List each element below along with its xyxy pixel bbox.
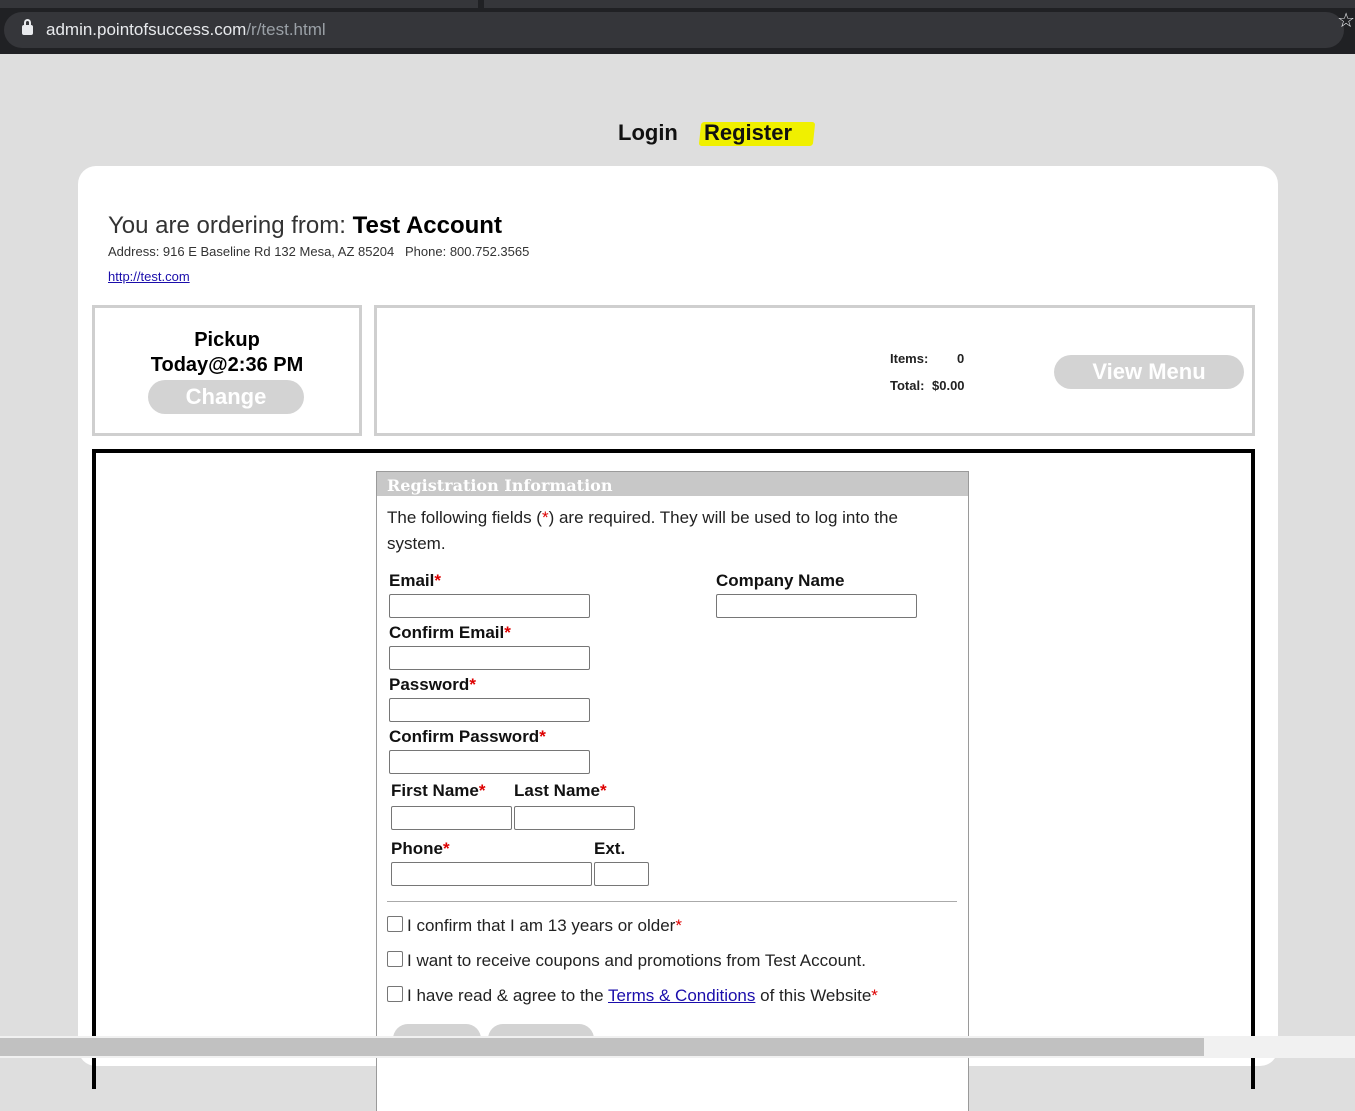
registration-header: Registration Information xyxy=(377,472,968,496)
tab-strip xyxy=(0,0,1355,8)
confirm-password-label: Confirm Password* xyxy=(389,727,546,746)
lock-icon[interactable] xyxy=(22,19,33,35)
last-name-field[interactable] xyxy=(514,806,635,830)
phone-field[interactable] xyxy=(391,862,592,886)
password-label: Password* xyxy=(389,675,476,694)
register-link[interactable]: Register xyxy=(698,120,816,146)
first-name-field[interactable] xyxy=(391,806,512,830)
url-text[interactable]: admin.pointofsuccess.com/r/test.html xyxy=(46,20,326,40)
top-nav: Login Register xyxy=(0,118,1355,152)
pickup-panel: Pickup Today@2:36 PM Change xyxy=(92,305,362,436)
bookmark-star-icon[interactable]: ☆ xyxy=(1337,10,1355,30)
confirm-email-label: Confirm Email* xyxy=(389,623,511,642)
promotions-row: I want to receive coupons and promotions… xyxy=(387,951,866,971)
confirm-email-field[interactable] xyxy=(389,646,590,670)
phone-ext-field[interactable] xyxy=(594,862,649,886)
cart-summary-panel: Items: 0 Total: $0.00 View Menu xyxy=(374,305,1255,436)
address-bar[interactable]: admin.pointofsuccess.com/r/test.html xyxy=(4,12,1344,48)
scrollbar-thumb[interactable] xyxy=(0,1038,1204,1056)
view-menu-button[interactable]: View Menu xyxy=(1054,355,1244,389)
registration-intro: The following fields (*) are required. T… xyxy=(387,508,898,553)
phone-label: Phone* xyxy=(391,839,450,858)
total-amount: $0.00 xyxy=(932,378,965,393)
last-name-label: Last Name* xyxy=(514,781,607,800)
age-confirm-checkbox[interactable] xyxy=(387,916,403,932)
change-pickup-button[interactable]: Change xyxy=(148,380,304,414)
confirm-password-field[interactable] xyxy=(389,750,590,774)
terms-checkbox[interactable] xyxy=(387,986,403,1002)
promotions-checkbox[interactable] xyxy=(387,951,403,967)
ext-label: Ext. xyxy=(594,839,626,858)
first-name-label: First Name* xyxy=(391,781,486,800)
password-field[interactable] xyxy=(389,698,590,722)
total-label: Total: xyxy=(890,378,925,393)
ordering-from-heading: You are ordering from: Test Account xyxy=(108,212,502,239)
company-name-label: Company Name xyxy=(716,571,845,590)
age-confirm-row: I confirm that I am 13 years or older* xyxy=(387,916,682,936)
pickup-time: Today@2:36 PM xyxy=(150,354,304,376)
email-label: Email* xyxy=(389,571,441,590)
store-website-link[interactable]: http://test.com xyxy=(108,269,190,284)
items-count: 0 xyxy=(957,351,965,366)
main-card: You are ordering from: Test Account Addr… xyxy=(78,166,1278,1111)
registration-container: Registration Information The following f… xyxy=(92,449,1255,1111)
browser-toolbar: admin.pointofsuccess.com/r/test.html ☆ xyxy=(0,0,1355,54)
company-name-field[interactable] xyxy=(716,594,917,618)
terms-row: I have read & agree to the Terms & Condi… xyxy=(387,986,878,1006)
login-link[interactable]: Login xyxy=(618,120,678,146)
form-divider xyxy=(387,901,957,902)
pickup-label: Pickup xyxy=(194,329,260,351)
terms-conditions-link[interactable]: Terms & Conditions xyxy=(608,986,755,1005)
store-address: Address: 916 E Baseline Rd 132 Mesa, AZ … xyxy=(108,244,530,259)
horizontal-scrollbar[interactable] xyxy=(0,1036,1355,1058)
store-name: Test Account xyxy=(352,212,502,239)
email-field[interactable] xyxy=(389,594,590,618)
registration-panel: Registration Information The following f… xyxy=(376,471,969,1111)
items-label: Items: xyxy=(890,351,929,366)
